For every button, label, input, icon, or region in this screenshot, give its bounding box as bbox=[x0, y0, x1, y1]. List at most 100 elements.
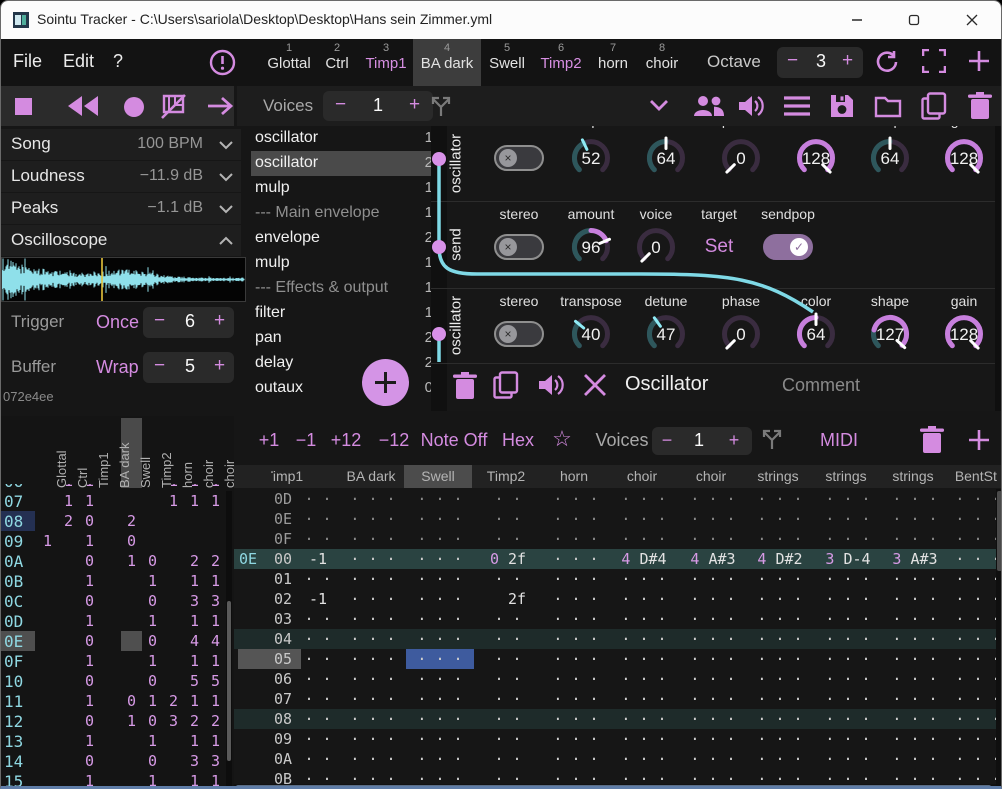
order-cell[interactable]: 1 bbox=[163, 492, 184, 510]
order-row-label[interactable]: 0A bbox=[4, 552, 23, 571]
pattern-cell[interactable]: · · · bbox=[757, 530, 802, 548]
order-row-label[interactable]: 15 bbox=[4, 772, 23, 789]
pattern-cell[interactable]: · · · bbox=[892, 510, 937, 528]
song-row[interactable]: Song 100 BPM bbox=[1, 129, 241, 160]
order-row-label[interactable]: 0B bbox=[4, 572, 23, 591]
pattern-cell[interactable]: · · · bbox=[621, 590, 666, 608]
pattern-cell[interactable]: · · bbox=[304, 530, 331, 548]
folder-icon[interactable] bbox=[874, 94, 902, 118]
pattern-cell[interactable]: · · · bbox=[892, 750, 937, 768]
gain-knob[interactable]: 128 bbox=[941, 135, 987, 181]
pattern-cell[interactable]: · · · bbox=[350, 730, 395, 748]
track-header-choir[interactable]: choir bbox=[627, 468, 657, 484]
order-cell[interactable]: 0 bbox=[142, 632, 163, 650]
order-cell[interactable]: 1 bbox=[184, 732, 205, 750]
users-icon[interactable] bbox=[692, 94, 726, 118]
step-arrow-icon[interactable] bbox=[206, 95, 234, 117]
pattern-cell[interactable]: · · · bbox=[417, 630, 462, 648]
order-cell[interactable]: 1 bbox=[205, 612, 226, 630]
order-cell[interactable]: 3 bbox=[205, 592, 226, 610]
minimize-button[interactable] bbox=[834, 1, 880, 39]
pattern-cell[interactable]: · · · bbox=[825, 510, 870, 528]
pattern-cell[interactable]: · · bbox=[304, 650, 331, 668]
pattern-cell[interactable]: · · · bbox=[892, 670, 937, 688]
pattern-cell[interactable]: · · bbox=[494, 710, 521, 728]
pattern-cell[interactable]: 4 D#2 bbox=[757, 550, 802, 568]
pattern-cell[interactable]: 4 A#3 bbox=[690, 550, 735, 568]
track-header-timp1[interactable]: Timp1 bbox=[271, 468, 303, 484]
menu-help[interactable]: ? bbox=[113, 51, 123, 72]
pattern-cell[interactable]: · · · bbox=[621, 730, 666, 748]
buffer-minus-button[interactable]: − bbox=[154, 355, 165, 377]
unit-list-item[interactable]: delay2 bbox=[251, 351, 439, 376]
order-cell[interactable]: 0 bbox=[142, 712, 163, 730]
pattern-cell[interactable]: · · bbox=[494, 730, 521, 748]
order-row-label[interactable]: 06 bbox=[4, 484, 23, 491]
pattern-cell[interactable]: · · bbox=[494, 650, 521, 668]
tab-instrument-ba-dark[interactable]: 4BA dark bbox=[413, 39, 481, 86]
unit-list-item[interactable]: filter1 bbox=[251, 301, 439, 326]
pattern-cell[interactable]: · · · bbox=[621, 510, 666, 528]
track-header-ba-dark[interactable]: BA dark bbox=[346, 468, 395, 484]
order-column-header[interactable]: Timp2 bbox=[159, 422, 174, 488]
order-cell[interactable]: 0 bbox=[121, 692, 142, 710]
pattern-cell[interactable]: · · · bbox=[690, 650, 735, 668]
pattern-cell[interactable]: -1 bbox=[309, 590, 327, 608]
pattern-cell[interactable]: · · · bbox=[757, 630, 802, 648]
pattern-cell[interactable]: 0 2f bbox=[490, 550, 526, 568]
pattern-cell[interactable]: · · · bbox=[621, 570, 666, 588]
pattern-cell[interactable]: · · bbox=[494, 750, 521, 768]
phase-knob[interactable]: 0 bbox=[718, 311, 764, 357]
track-header-timp2[interactable]: Timp2 bbox=[487, 468, 525, 484]
pattern-cell[interactable]: · · · bbox=[955, 490, 997, 508]
pattern-cell[interactable]: · · · bbox=[690, 570, 735, 588]
fullscreen-icon[interactable] bbox=[922, 49, 946, 73]
pattern-cell[interactable]: · · bbox=[304, 730, 331, 748]
pattern-cell[interactable]: · · · bbox=[892, 710, 937, 728]
stereo-toggle[interactable]: × bbox=[494, 145, 544, 171]
pattern-cell[interactable]: · · · bbox=[621, 530, 666, 548]
copy-unit-icon[interactable] bbox=[493, 371, 519, 399]
order-cell[interactable]: 3 bbox=[184, 752, 205, 770]
star-icon[interactable]: ☆ bbox=[552, 426, 572, 452]
order-column-header[interactable]: Glottal bbox=[54, 422, 69, 488]
pattern-cell[interactable]: · · bbox=[494, 630, 521, 648]
pattern-cell[interactable]: · · · bbox=[350, 610, 395, 628]
pattern-cell[interactable]: · · · bbox=[825, 570, 870, 588]
pattern-cell[interactable]: · · · bbox=[621, 670, 666, 688]
pattern-cell[interactable]: · · bbox=[494, 510, 521, 528]
pattern-cell[interactable]: · · bbox=[304, 710, 331, 728]
pattern-cell[interactable]: · · · bbox=[553, 610, 598, 628]
order-cell[interactable]: 2 bbox=[205, 712, 226, 730]
pattern-cell[interactable]: · · · bbox=[417, 570, 462, 588]
pattern-cell[interactable]: · · · bbox=[621, 630, 666, 648]
follow-off-icon[interactable] bbox=[161, 94, 187, 119]
order-row-label[interactable]: 13 bbox=[4, 732, 23, 751]
order-cell[interactable]: 5 bbox=[205, 672, 226, 690]
tab-instrument-timp1[interactable]: 3Timp1 bbox=[359, 39, 413, 86]
pattern-cell[interactable]: · · · bbox=[955, 530, 997, 548]
octave-plus-button[interactable]: + bbox=[842, 50, 853, 72]
midi-button[interactable]: MIDI bbox=[820, 430, 858, 451]
pattern-cell[interactable]: · · · bbox=[690, 710, 735, 728]
pattern-cell[interactable]: · · · bbox=[417, 530, 462, 548]
pattern-cell[interactable]: · · bbox=[494, 490, 521, 508]
pattern-cell[interactable]: · · · bbox=[417, 730, 462, 748]
pattern-cell[interactable]: · · · bbox=[955, 570, 997, 588]
tab-instrument-glottal[interactable]: 1Glottal bbox=[263, 39, 315, 86]
pattern-cell[interactable]: · · · bbox=[757, 730, 802, 748]
pattern-cell[interactable]: · · · bbox=[350, 670, 395, 688]
order-row-label[interactable]: 11 bbox=[4, 692, 23, 711]
pattern-cell[interactable]: · · · bbox=[955, 670, 997, 688]
order-cell[interactable]: 1 bbox=[142, 692, 163, 710]
amount-knob[interactable]: 96 bbox=[568, 224, 614, 270]
pattern-cell[interactable]: · · · bbox=[417, 610, 462, 628]
copy-icon[interactable] bbox=[921, 92, 947, 120]
pattern-cell[interactable]: · · · bbox=[892, 590, 937, 608]
pattern-cell[interactable]: · · bbox=[304, 750, 331, 768]
buffer-value[interactable]: 5 bbox=[185, 356, 195, 377]
order-cell[interactable]: 1 bbox=[205, 732, 226, 750]
pattern-cell[interactable]: · · · bbox=[553, 670, 598, 688]
pattern-cell[interactable]: · · · bbox=[690, 750, 735, 768]
pattern-cell[interactable]: · · · bbox=[350, 490, 395, 508]
